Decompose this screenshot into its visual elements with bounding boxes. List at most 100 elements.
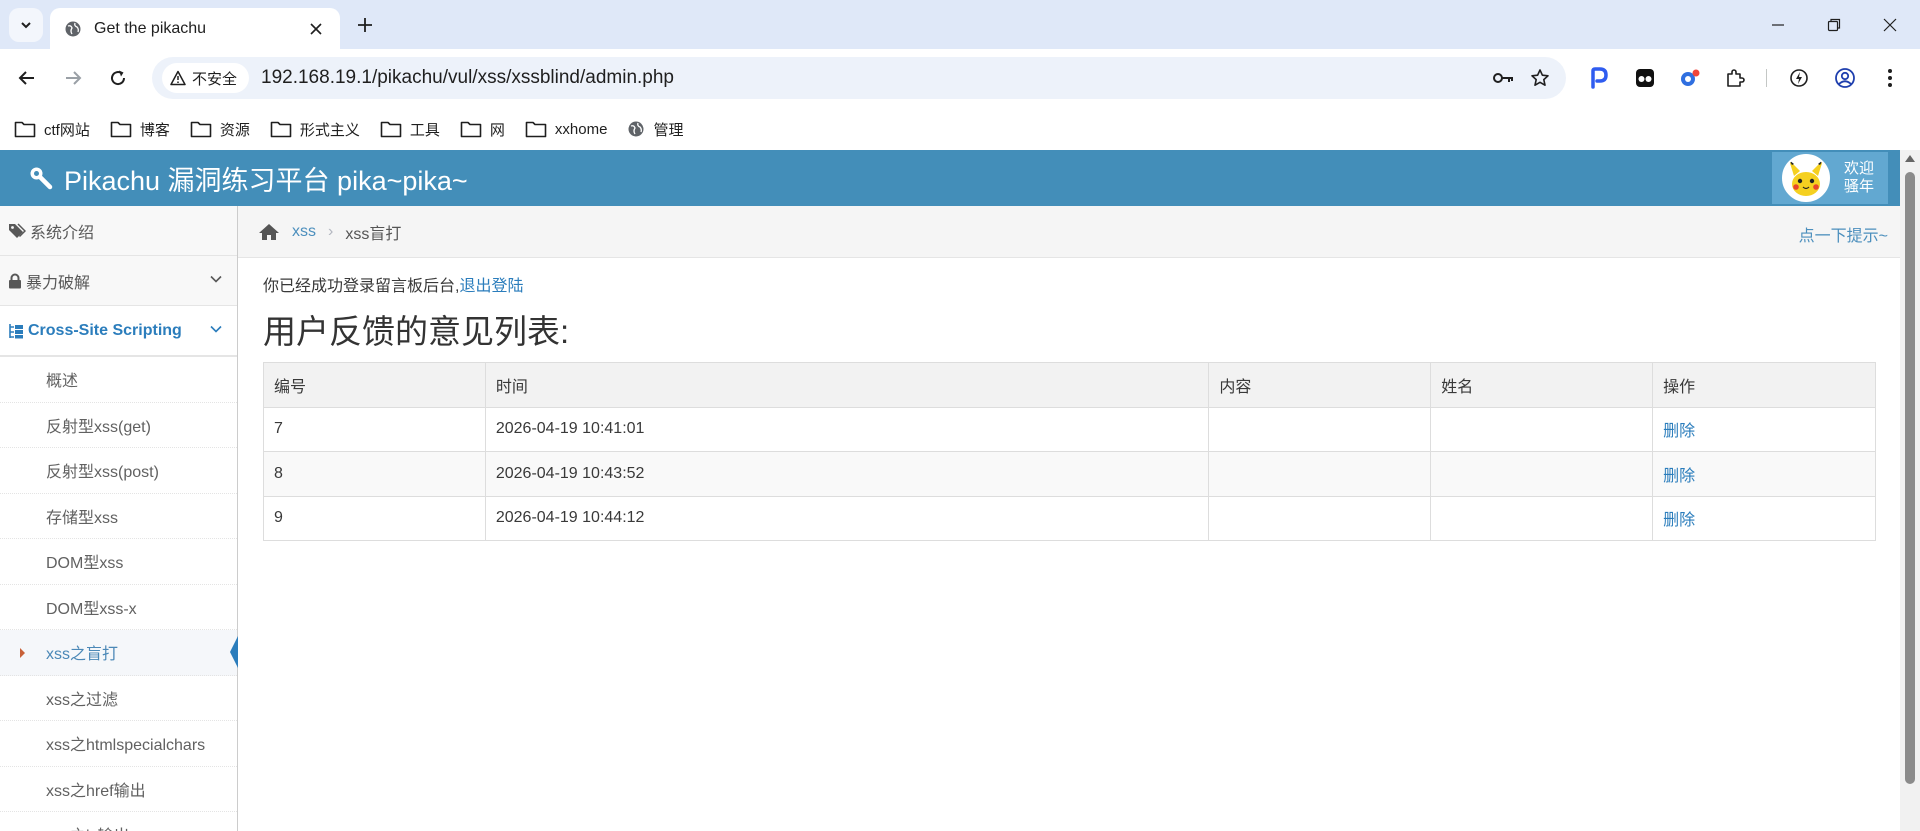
password-key-icon[interactable] [1486,60,1522,96]
logout-link[interactable]: 退出登陆 [459,272,523,296]
submenu-item-label: xss之盲打 [46,646,119,664]
page-scrollbar[interactable] [1900,150,1920,831]
arrow-left-icon [18,71,34,85]
bookmarks-bar: ctf网站 博客 资源 形式主义 工具 网 xxhome 管理 [0,108,1920,150]
warning-icon [170,70,186,86]
xss-submenu: 概述 反射型xss(get) 反射型xss(post) 存储型xss DOM型x… [0,356,239,831]
sidebar-item-bruteforce[interactable]: 暴力破解 [0,256,237,306]
scrollbar-thumb[interactable] [1905,172,1915,784]
performance-icon[interactable] [1781,60,1817,96]
wrench-icon [30,167,53,190]
tab-active[interactable]: Get the pikachu [50,8,340,49]
extensions-puzzle-icon[interactable] [1717,60,1753,96]
column-header: 编号 [263,362,486,408]
close-window-button[interactable] [1862,0,1918,49]
folder-icon [110,121,132,138]
security-label: 不安全 [192,70,238,88]
brand[interactable]: Pikachu 漏洞练习平台 pika~pika~ [28,150,468,206]
bookmark-item[interactable]: 资源 [188,113,260,145]
close-icon[interactable] [302,15,330,43]
breadcrumb-current: xss盲打 [345,225,402,243]
folder-icon [14,121,36,138]
welcome-line2: 骚年 [1844,178,1875,195]
sidebar-item-intro[interactable]: 系统介绍 [0,206,237,256]
submenu-item[interactable]: xss之href输出 [0,766,237,812]
tab-search-button[interactable] [9,8,43,42]
folder-icon [525,121,547,138]
delete-link[interactable]: 删除 [1663,512,1695,529]
extension-p-icon[interactable] [1581,60,1617,96]
welcome-text: 欢迎 骚年 [1844,160,1874,196]
url-text[interactable]: 192.168.19.1/pikachu/vul/xss/xssblind/ad… [261,67,1486,89]
feedback-table: 编号 时间 内容 姓名 操作 7 2026-04-19 10:41:01 删除 [263,362,1876,541]
bookmark-item[interactable]: 形式主义 [268,113,370,145]
folder-icon [380,121,402,138]
browser-menu-icon[interactable] [1872,60,1908,96]
minimize-button[interactable] [1750,0,1806,49]
submenu-item[interactable]: DOM型xss [0,539,237,585]
delete-link[interactable]: 删除 [1663,423,1695,440]
page-content: 你已经成功登录留言板后台, 退出登陆 用户反馈的意见列表: 编号 时间 内容 姓… [238,258,1900,541]
cell-id: 7 [263,406,486,452]
new-tab-button[interactable] [350,10,380,40]
reload-button[interactable] [100,60,136,96]
sidebar-item-xss[interactable]: Cross-Site Scripting [0,306,237,356]
submenu-item[interactable]: 反射型xss(get) [0,402,237,448]
submenu-item[interactable]: xss之htmlspecialchars [0,721,237,767]
chevron-down-icon [210,325,222,333]
submenu-item[interactable]: DOM型xss-x [0,584,237,630]
submenu-item[interactable]: xss之过滤 [0,675,237,721]
submenu-item-label: 概述 [46,373,79,391]
submenu-item-active[interactable]: xss之盲打 [0,630,239,676]
bookmark-item[interactable]: 工具 [378,113,450,145]
globe-icon [64,20,82,38]
submenu-item-label: DOM型xss-x [46,600,137,618]
caret-right-icon [20,648,25,658]
submenu-item[interactable]: 概述 [0,357,237,403]
submenu-item[interactable]: 反射型xss(post) [0,448,237,494]
extension-translate-icon[interactable] [1672,60,1708,96]
submenu-item-label: xss之js输出 [46,822,130,831]
bookmark-item[interactable]: 管理 [625,113,693,145]
avatar [1782,154,1830,202]
bookmark-item[interactable]: 网 [458,113,515,145]
pikachu-icon [1789,160,1823,196]
welcome-line1: 欢迎 [1844,160,1875,177]
security-indicator[interactable]: 不安全 [162,63,250,93]
home-icon[interactable] [258,223,280,241]
table-row: 7 2026-04-19 10:41:01 删除 [263,406,1876,452]
restore-icon [1827,18,1841,31]
arrow-right-icon [66,71,82,85]
address-bar[interactable]: 不安全 192.168.19.1/pikachu/vul/xss/xssblin… [152,57,1566,99]
extension-dots-icon[interactable] [1627,60,1663,96]
bookmark-star-icon[interactable] [1522,60,1558,96]
hint-link[interactable]: 点一下提示~ [1799,222,1888,246]
delete-link[interactable]: 删除 [1663,468,1695,485]
bookmark-label: 博客 [139,121,170,139]
submenu-item-label: xss之过滤 [46,691,119,709]
submenu-item-label: DOM型xss [46,555,124,573]
bookmark-item[interactable]: 博客 [108,113,180,145]
submenu-item[interactable]: xss之js输出 [0,812,237,831]
back-button[interactable] [9,60,45,96]
folder-icon [270,121,292,138]
table-header-row: 编号 时间 内容 姓名 操作 [263,362,1876,408]
bookmark-label: 资源 [219,121,250,139]
login-message: 你已经成功登录留言板后台, 退出登陆 [263,272,1875,296]
web-page: Pikachu 漏洞练习平台 pika~pika~ 欢迎 骚年 系统介绍 暴力破… [0,150,1920,831]
submenu-item-label: 存储型xss [46,509,119,527]
profile-icon[interactable] [1827,60,1863,96]
folder-icon [460,121,482,138]
breadcrumb-link[interactable]: xss [292,223,316,241]
submenu-item[interactable]: 存储型xss [0,493,237,539]
bookmark-item[interactable]: ctf网站 [12,113,100,145]
bookmark-label: 形式主义 [299,121,360,139]
forward-button[interactable] [55,60,91,96]
reload-icon [111,70,126,86]
scroll-up-arrow-icon[interactable] [1905,155,1915,162]
user-menu[interactable]: 欢迎 骚年 [1772,152,1888,204]
bookmark-item[interactable]: xxhome [523,113,618,145]
restore-button[interactable] [1806,0,1862,49]
cell-time: 2026-04-19 10:43:52 [484,451,1210,497]
login-message-text: 你已经成功登录留言板后台, [263,278,460,295]
